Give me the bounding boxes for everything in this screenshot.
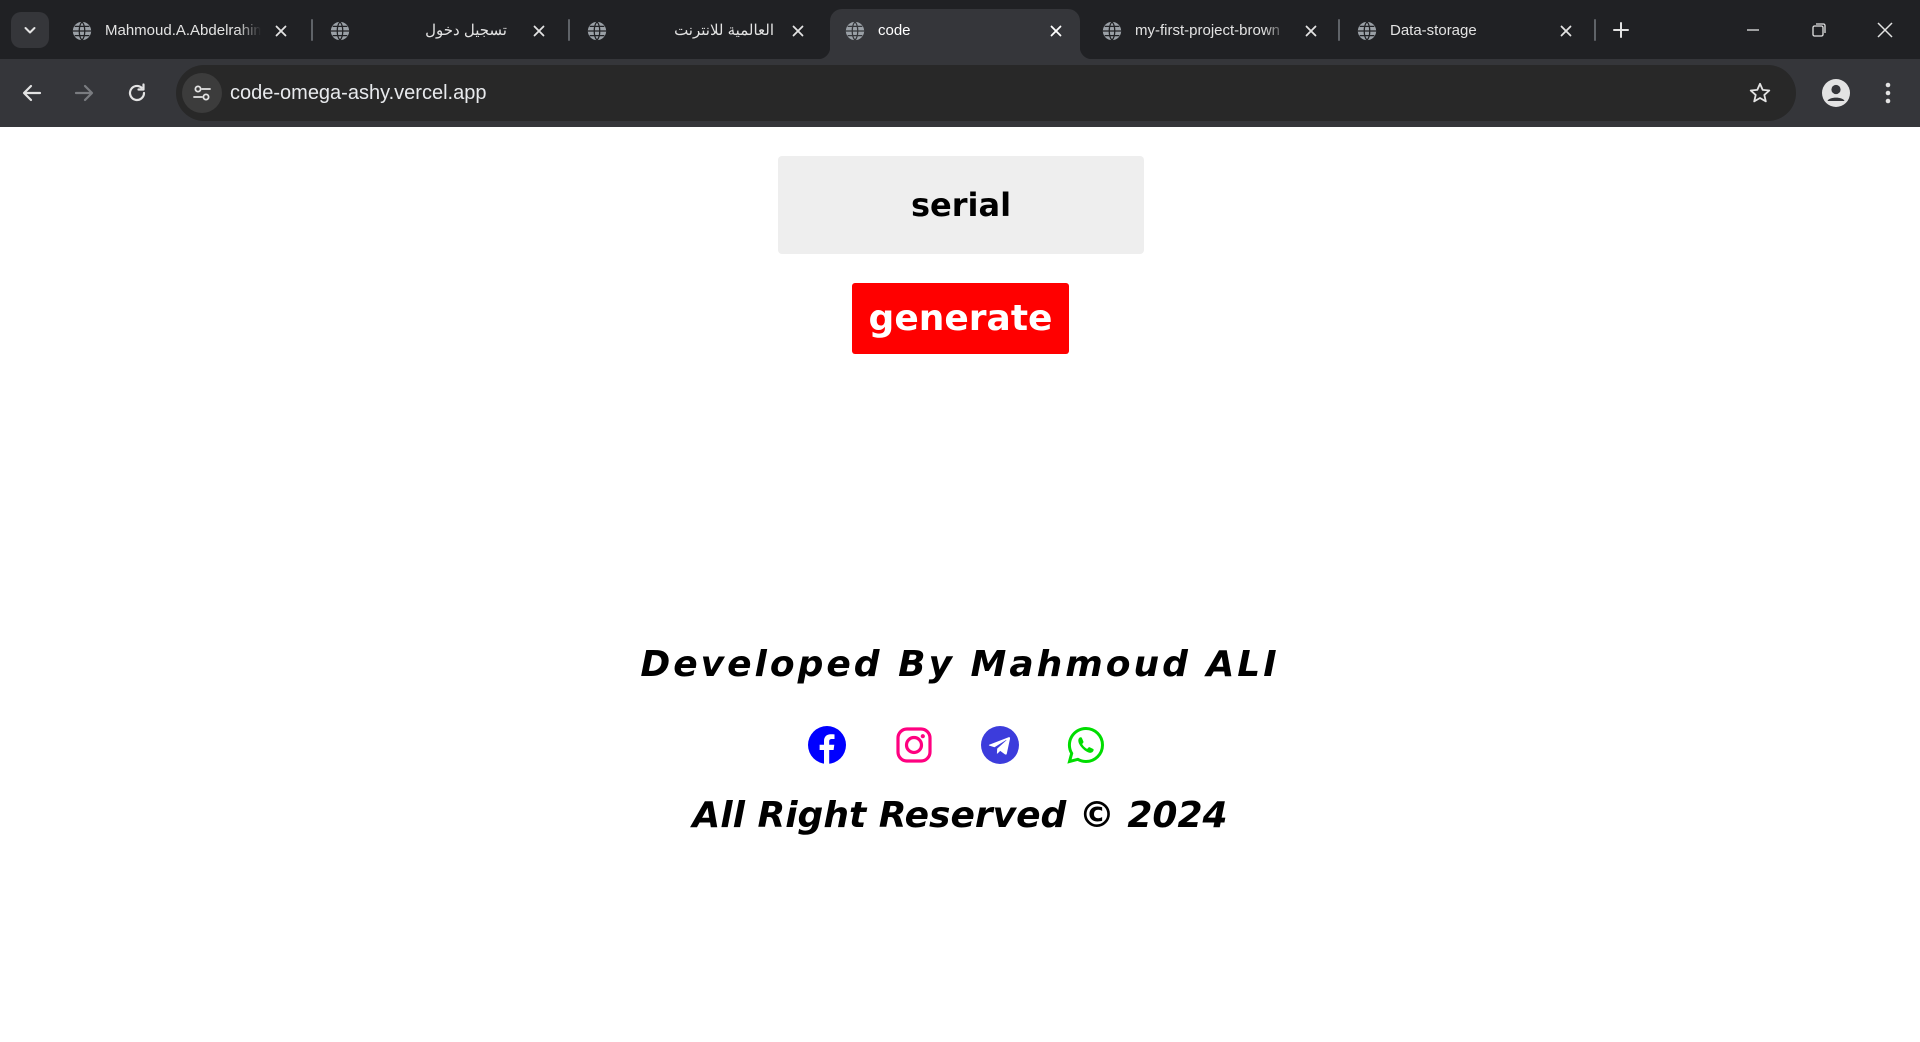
minimize-button[interactable]: [1720, 0, 1786, 59]
close-icon: [533, 25, 545, 37]
plus-icon: [1613, 22, 1629, 38]
new-tab-button[interactable]: [1604, 13, 1638, 47]
globe-icon: [1102, 21, 1122, 41]
globe-icon: [330, 21, 350, 41]
site-info-button[interactable]: [182, 73, 222, 113]
whatsapp-link[interactable]: [1065, 724, 1107, 766]
restore-button[interactable]: [1786, 0, 1852, 59]
kebab-menu-icon: [1885, 82, 1891, 104]
close-icon: [1877, 21, 1893, 38]
instagram-link[interactable]: [893, 724, 935, 766]
tune-icon: [193, 85, 211, 101]
tab-close-button[interactable]: [1301, 21, 1321, 41]
developer-credit: Developed By Mahmoud ALI: [640, 644, 1280, 685]
close-icon: [1305, 25, 1317, 37]
profile-button[interactable]: [1818, 75, 1854, 111]
tab-separator: [568, 19, 570, 41]
chevron-down-icon: [24, 27, 36, 34]
globe-icon: [845, 21, 865, 41]
browser-toolbar: code-omega-ashy.vercel.app: [0, 59, 1920, 127]
star-icon: [1749, 82, 1771, 103]
tab-my-first-project[interactable]: my-first-project-brown: [1087, 9, 1333, 59]
globe-icon: [72, 21, 92, 41]
tab-login[interactable]: تسجيل دخول: [315, 9, 561, 59]
facebook-link[interactable]: [806, 724, 848, 766]
tab-title: تسجيل دخول: [425, 22, 507, 39]
page-content: generate Developed By Mahmoud ALI All Ri…: [0, 127, 1920, 1042]
tab-title: Mahmoud.A.Abdelrahim: [105, 22, 261, 39]
tab-close-button[interactable]: [788, 21, 808, 41]
address-bar[interactable]: code-omega-ashy.vercel.app: [176, 65, 1796, 121]
generate-button[interactable]: generate: [852, 283, 1069, 354]
arrow-right-icon: [74, 84, 94, 102]
back-button[interactable]: [12, 73, 52, 113]
tab-title: العالمية للانترنت: [674, 22, 774, 39]
tab-title: Data-storage: [1390, 22, 1477, 39]
tab-close-button[interactable]: [529, 21, 549, 41]
restore-icon: [1812, 22, 1826, 37]
globe-icon: [1357, 21, 1377, 41]
forward-button[interactable]: [64, 73, 104, 113]
whatsapp-icon: [1067, 726, 1104, 764]
tab-close-button[interactable]: [1556, 21, 1576, 41]
close-icon: [275, 25, 287, 37]
telegram-link[interactable]: [979, 724, 1021, 766]
close-icon: [1050, 25, 1062, 37]
globe-icon: [587, 21, 607, 41]
serial-input[interactable]: [778, 156, 1144, 254]
tab-title: code: [878, 22, 911, 39]
person-icon: [1822, 79, 1850, 107]
browser-tabstrip: Mahmoud.A.Abdelrahim تسجيل دخول العالمية…: [0, 0, 1920, 59]
reload-icon: [128, 83, 146, 102]
tab-close-button[interactable]: [271, 21, 291, 41]
tab-code[interactable]: code: [818, 9, 1092, 59]
reload-button[interactable]: [117, 73, 157, 113]
bookmark-button[interactable]: [1744, 77, 1776, 109]
url-text[interactable]: code-omega-ashy.vercel.app: [230, 65, 486, 121]
close-icon: [792, 25, 804, 37]
close-window-button[interactable]: [1852, 0, 1918, 59]
tab-separator: [1338, 19, 1340, 41]
arrow-left-icon: [22, 84, 42, 102]
close-icon: [1560, 25, 1572, 37]
tab-separator: [1594, 19, 1596, 41]
browser-menu-button[interactable]: [1870, 75, 1906, 111]
tab-data-storage[interactable]: Data-storage: [1342, 9, 1588, 59]
copyright-text: All Right Reserved © 2024: [692, 795, 1228, 836]
tab-title: my-first-project-brown: [1135, 22, 1281, 39]
facebook-icon: [808, 726, 846, 764]
tab-international[interactable]: العالمية للانترنت: [572, 9, 818, 59]
telegram-icon: [981, 726, 1019, 764]
minimize-icon: [1747, 28, 1759, 31]
tab-search-button[interactable]: [11, 12, 49, 48]
tab-close-button[interactable]: [1046, 21, 1066, 41]
instagram-icon: [896, 727, 932, 763]
social-links: [806, 724, 1116, 768]
tab-mahmoud[interactable]: Mahmoud.A.Abdelrahim: [57, 9, 303, 59]
tab-separator: [311, 19, 313, 41]
